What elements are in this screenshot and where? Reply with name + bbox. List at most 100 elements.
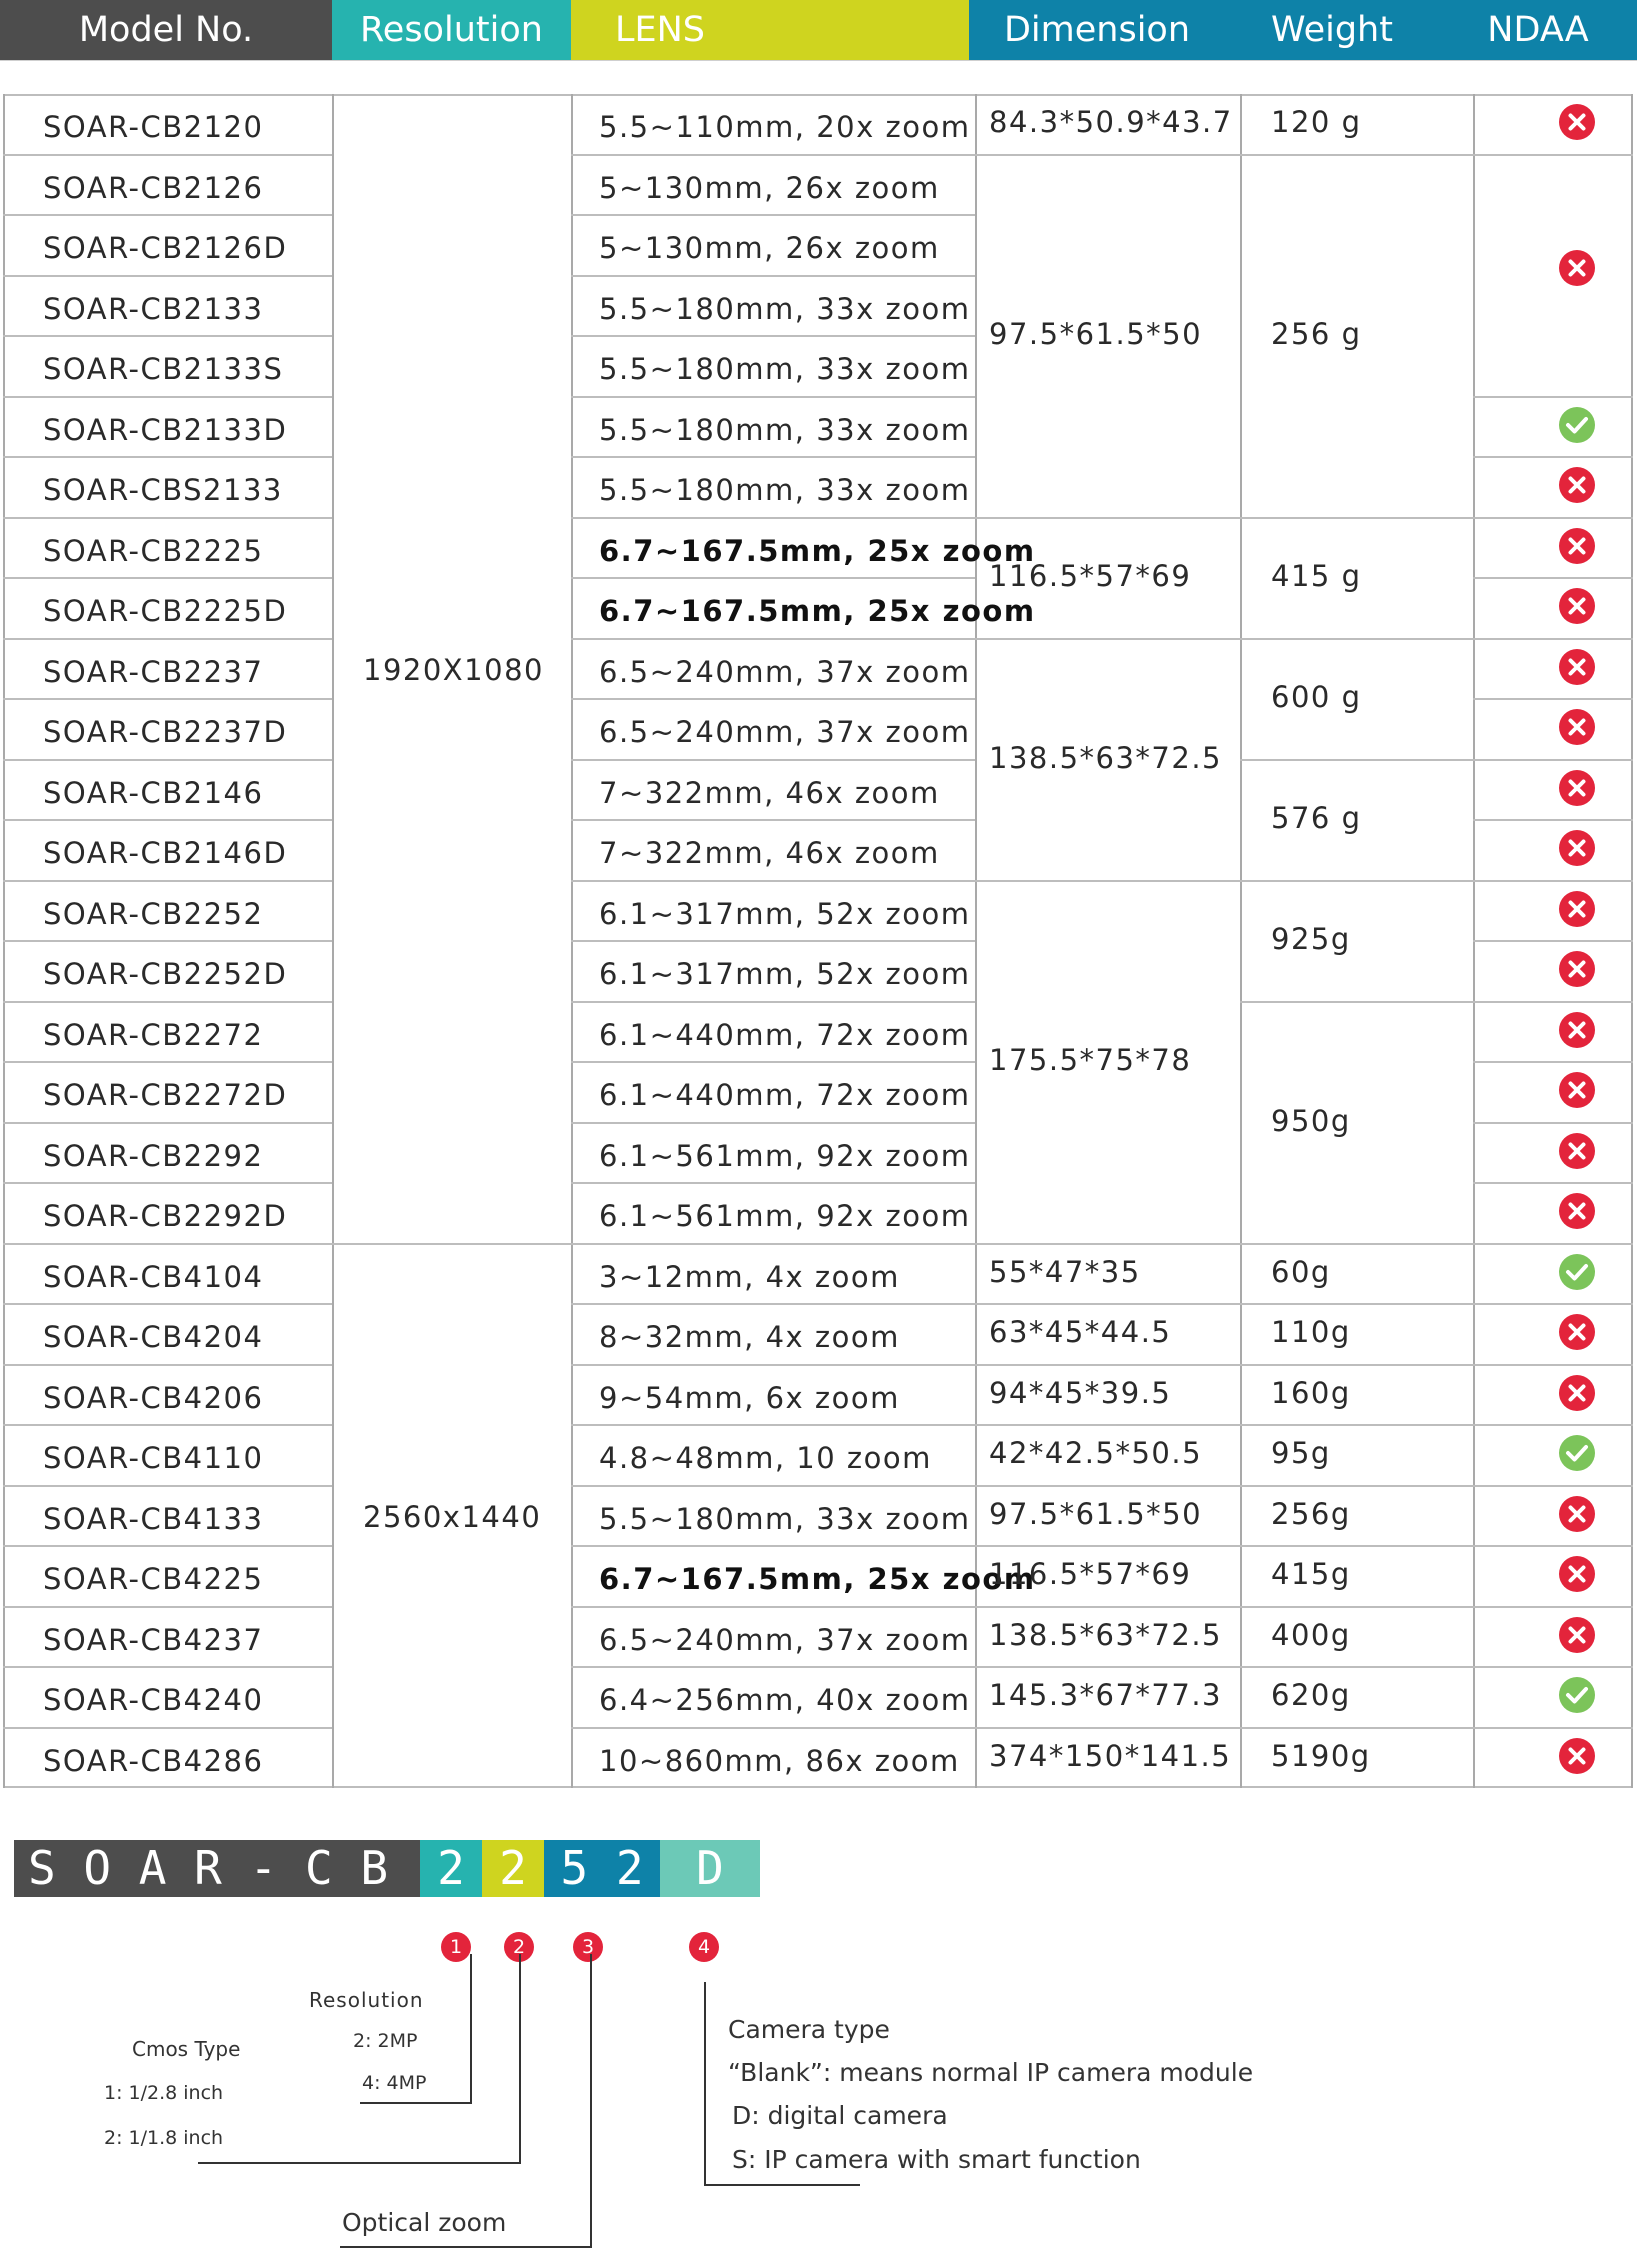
ndaa-cross-icon	[1559, 104, 1595, 141]
lens-cell: 10~860mm, 86x zoom	[599, 1743, 960, 1778]
code-cmos-digit: 2	[420, 1840, 482, 1897]
ndaa-divider	[1473, 153, 1633, 156]
model-cell: SOAR-CBS2133	[43, 473, 283, 507]
header-weight: Weight	[1225, 0, 1439, 60]
ndaa-divider	[1473, 698, 1633, 700]
model-cell: SOAR-CB2133S	[43, 352, 284, 386]
column-divider	[975, 94, 977, 1788]
ndaa-divider	[1473, 1182, 1633, 1184]
weight-cell: 5190g	[1271, 1738, 1371, 1773]
row-divider	[571, 1726, 975, 1729]
merged-divider	[1240, 153, 1473, 156]
row-divider	[3, 274, 332, 277]
ndaa-divider	[1473, 637, 1633, 640]
lens-cell: 6.1~440mm, 72x zoom	[599, 1078, 971, 1112]
row-divider	[3, 335, 332, 337]
row-divider	[3, 1242, 332, 1245]
weight-cell: 120 g	[1271, 105, 1362, 140]
row-divider	[571, 456, 975, 458]
lens-cell: 6.7~167.5mm, 25x zoom	[599, 1562, 1036, 1596]
row-divider	[571, 1182, 975, 1184]
dimension-cell: 374*150*141.5	[989, 1738, 1232, 1773]
ndaa-divider	[1473, 1121, 1633, 1124]
ndaa-check-icon	[1559, 1253, 1595, 1290]
weight-cell: 95g	[1271, 1436, 1331, 1471]
lens-cell: 7~322mm, 46x zoom	[599, 836, 940, 870]
merged-divider	[1240, 1000, 1473, 1003]
lens-cell: 7~322mm, 46x zoom	[599, 775, 940, 810]
lens-cell: 5~130mm, 26x zoom	[599, 170, 940, 205]
ndaa-cross-icon	[1559, 648, 1595, 685]
weight-cell: 925g	[1271, 922, 1351, 956]
cmos-type-title: Cmos Type	[132, 2037, 241, 2061]
row-divider	[571, 1363, 975, 1366]
leader-resolution-h	[360, 2102, 472, 2104]
weight-cell: 415 g	[1271, 559, 1362, 593]
model-cell: SOAR-CB2126	[43, 170, 264, 205]
weight-cell: 256 g	[1271, 317, 1362, 351]
model-cell: SOAR-CB2120	[43, 110, 264, 144]
row-divider	[3, 637, 332, 640]
model-cell: SOAR-CB2237D	[43, 715, 288, 749]
model-cell: SOAR-CB2272D	[43, 1078, 288, 1112]
leader-zoom-h	[340, 2246, 592, 2248]
optical-zoom-label: Optical zoom	[342, 2208, 507, 2237]
ndaa-cross-icon	[1559, 1556, 1595, 1593]
lens-cell: 5.5~180mm, 33x zoom	[599, 1501, 971, 1536]
weight-cell: 415g	[1271, 1557, 1351, 1592]
merged-divider	[975, 1666, 1240, 1668]
header-dimension: Dimension	[969, 0, 1225, 60]
model-cell: SOAR-CB2146	[43, 775, 264, 810]
header-model-no: Model No.	[0, 0, 332, 60]
row-divider	[3, 1484, 332, 1487]
ndaa-divider	[1473, 1424, 1633, 1426]
row-divider	[3, 1726, 332, 1729]
ndaa-divider	[1473, 516, 1633, 519]
lens-cell: 6.7~167.5mm, 25x zoom	[599, 533, 1036, 568]
merged-divider	[1240, 1666, 1473, 1668]
row-divider	[571, 1666, 975, 1668]
row-divider	[3, 516, 332, 519]
merged-divider	[1240, 1726, 1473, 1729]
dimension-cell: 138.5*63*72.5	[989, 1617, 1222, 1652]
dimension-cell: 94*45*39.5	[989, 1375, 1172, 1410]
lens-cell: 5.5~180mm, 33x zoom	[599, 291, 971, 326]
dimension-cell: 116.5*57*69	[989, 559, 1192, 593]
weight-cell: 576 g	[1271, 801, 1362, 835]
weight-cell: 110g	[1271, 1315, 1351, 1350]
merged-divider	[975, 153, 1240, 156]
header-underline	[0, 60, 1637, 61]
camera-type-s: S: IP camera with smart function	[732, 2145, 1141, 2174]
dimension-cell: 42*42.5*50.5	[989, 1436, 1203, 1471]
ndaa-divider	[1473, 819, 1633, 821]
ndaa-cross-icon	[1559, 527, 1595, 564]
row-divider	[3, 1545, 332, 1547]
row-divider	[571, 1424, 975, 1426]
model-cell: SOAR-CB2292D	[43, 1199, 288, 1233]
row-divider	[3, 758, 332, 761]
merged-divider	[1240, 1363, 1473, 1366]
resolution-option-2mp: 2: 2MP	[353, 2030, 418, 2052]
row-divider	[571, 1545, 975, 1547]
lens-cell: 6.7~167.5mm, 25x zoom	[599, 594, 1036, 628]
lens-cell: 6.1~561mm, 92x zoom	[599, 1138, 971, 1173]
ndaa-divider	[1473, 1605, 1633, 1608]
dimension-cell: 97.5*61.5*50	[989, 1496, 1203, 1531]
ndaa-cross-icon	[1559, 588, 1595, 625]
model-cell: SOAR-CB4206	[43, 1380, 264, 1415]
row-divider	[3, 819, 332, 821]
row-divider	[571, 1242, 975, 1245]
model-cell: SOAR-CB2225	[43, 533, 264, 568]
code-type-letter: D	[660, 1840, 760, 1897]
ndaa-divider	[1473, 1242, 1633, 1245]
merged-divider	[975, 1242, 1240, 1245]
row-divider	[3, 1605, 332, 1608]
merged-divider	[975, 1424, 1240, 1426]
ndaa-divider	[1473, 758, 1633, 761]
cmos-option-1: 1: 1/2.8 inch	[104, 2082, 224, 2104]
leader-resolution-v	[470, 1954, 472, 2104]
ndaa-cross-icon	[1559, 249, 1595, 286]
ndaa-divider	[1473, 577, 1633, 579]
row-divider	[3, 1061, 332, 1063]
model-cell: SOAR-CB2292	[43, 1138, 264, 1173]
